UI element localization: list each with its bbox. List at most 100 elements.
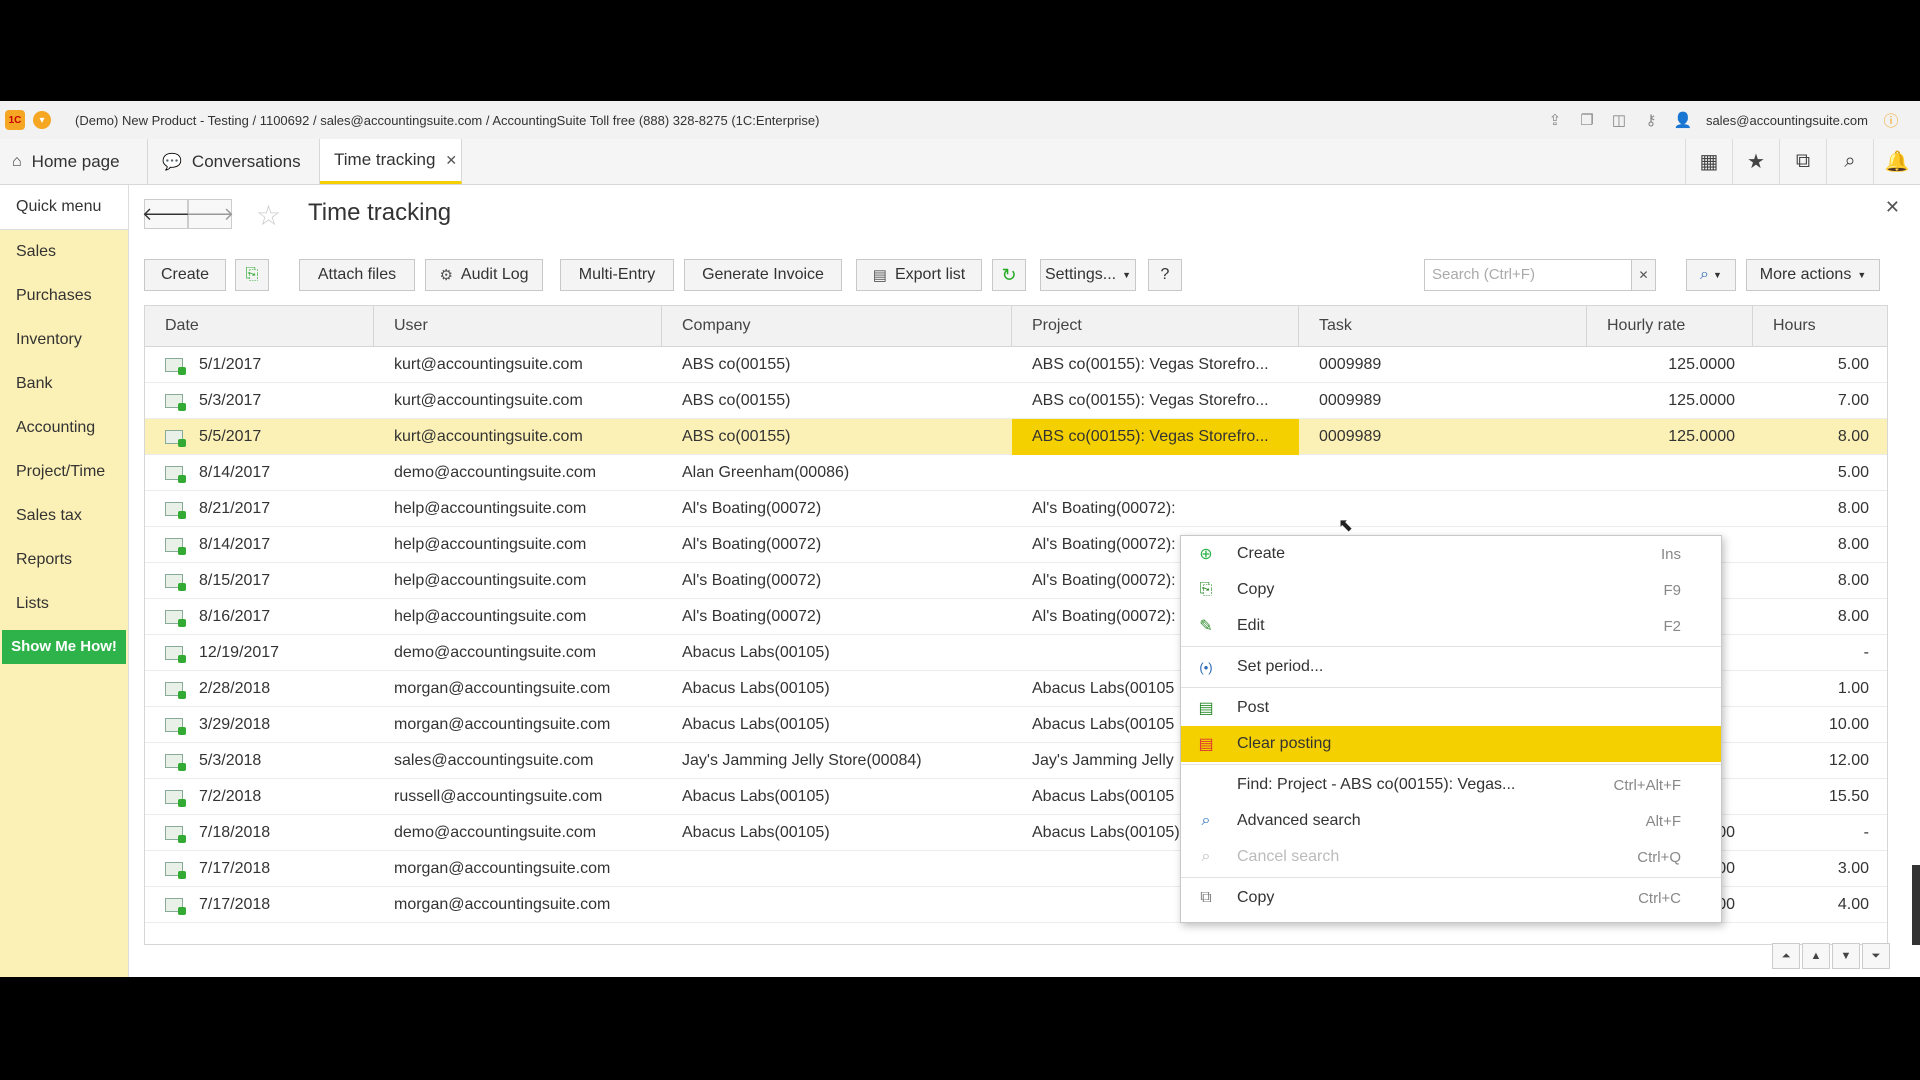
attach-files-button[interactable]: Attach files xyxy=(299,259,415,291)
column-header-hours[interactable]: Hours xyxy=(1753,306,1887,346)
cell-task[interactable]: 0009989 xyxy=(1299,347,1587,383)
menu-item-copy-clipboard[interactable]: ⧉ Copy Ctrl+C xyxy=(1181,880,1721,916)
cell-company[interactable] xyxy=(662,851,1012,887)
tab-home-page[interactable]: ⌂ Home page xyxy=(0,139,148,184)
cell-hours[interactable]: 8.00 xyxy=(1753,419,1887,455)
cell-hours[interactable]: 5.00 xyxy=(1753,347,1887,383)
cell-company[interactable]: Alan Greenham(00086) xyxy=(662,455,1012,491)
cell-hours[interactable]: 8.00 xyxy=(1753,491,1887,527)
cell-date[interactable]: 5/1/2017 xyxy=(145,347,374,383)
scroll-down-icon[interactable]: ▼ xyxy=(1832,943,1860,969)
sidebar-item-bank[interactable]: Bank xyxy=(0,362,128,406)
cell-hours[interactable]: 8.00 xyxy=(1753,527,1887,563)
layout-icon[interactable]: ◫ xyxy=(1610,111,1628,129)
cell-user[interactable]: sales@accountingsuite.com xyxy=(374,743,662,779)
cell-date[interactable]: 8/14/2017 xyxy=(145,527,374,563)
sidebar-item-reports[interactable]: Reports xyxy=(0,538,128,582)
cell-user[interactable]: help@accountingsuite.com xyxy=(374,491,662,527)
cell-user[interactable]: morgan@accountingsuite.com xyxy=(374,887,662,923)
cell-date[interactable]: 8/15/2017 xyxy=(145,563,374,599)
cell-company[interactable]: Jay's Jamming Jelly Store(00084) xyxy=(662,743,1012,779)
cell-company[interactable]: Abacus Labs(00105) xyxy=(662,707,1012,743)
cell-project[interactable] xyxy=(1012,455,1299,491)
cell-user[interactable]: kurt@accountingsuite.com xyxy=(374,419,662,455)
cell-date[interactable]: 5/3/2018 xyxy=(145,743,374,779)
cell-project[interactable]: Al's Boating(00072): xyxy=(1012,491,1299,527)
export-list-button[interactable]: ▤ Export list xyxy=(856,259,982,291)
cell-company[interactable]: ABS co(00155) xyxy=(662,347,1012,383)
cell-user[interactable]: help@accountingsuite.com xyxy=(374,599,662,635)
cell-hours[interactable]: 15.50 xyxy=(1753,779,1887,815)
favorite-star-icon[interactable]: ☆ xyxy=(256,199,281,232)
column-header-hourly-rate[interactable]: Hourly rate xyxy=(1587,306,1753,346)
cell-date[interactable]: 3/29/2018 xyxy=(145,707,374,743)
main-menu-icon[interactable]: ▾ xyxy=(33,111,51,129)
cell-user[interactable]: russell@accountingsuite.com xyxy=(374,779,662,815)
forward-button[interactable]: 🡒 xyxy=(186,199,234,229)
cell-company[interactable]: Al's Boating(00072) xyxy=(662,563,1012,599)
cell-hourly-rate[interactable] xyxy=(1587,455,1753,491)
multi-entry-button[interactable]: Multi-Entry xyxy=(560,259,674,291)
cell-company[interactable]: Abacus Labs(00105) xyxy=(662,635,1012,671)
cell-project[interactable]: ABS co(00155): Vegas Storefro... xyxy=(1012,383,1299,419)
history-icon[interactable]: ⧉ xyxy=(1779,139,1826,184)
cell-date[interactable]: 8/14/2017 xyxy=(145,455,374,491)
window-scrollbar[interactable] xyxy=(1912,185,1920,945)
cell-date[interactable]: 5/5/2017 xyxy=(145,419,374,455)
menu-item-edit[interactable]: ✎ Edit F2 xyxy=(1181,608,1721,644)
cell-company[interactable]: ABS co(00155) xyxy=(662,419,1012,455)
search-icon[interactable]: ⌕ xyxy=(1826,139,1873,184)
cell-user[interactable]: morgan@accountingsuite.com xyxy=(374,671,662,707)
cell-project[interactable]: ABS co(00155): Vegas Storefro... xyxy=(1012,347,1299,383)
app-logo[interactable]: 1C xyxy=(5,110,25,130)
cell-company[interactable]: Al's Boating(00072) xyxy=(662,599,1012,635)
cell-date[interactable]: 2/28/2018 xyxy=(145,671,374,707)
cell-user[interactable]: kurt@accountingsuite.com xyxy=(374,347,662,383)
cell-company[interactable]: Abacus Labs(00105) xyxy=(662,779,1012,815)
sidebar-item-accounting[interactable]: Accounting xyxy=(0,406,128,450)
cell-company[interactable] xyxy=(662,887,1012,923)
cell-hours[interactable]: - xyxy=(1753,815,1887,851)
cell-date[interactable]: 8/21/2017 xyxy=(145,491,374,527)
tab-conversations[interactable]: 💬 Conversations xyxy=(148,139,320,184)
show-me-how-button[interactable]: Show Me How! xyxy=(2,630,126,664)
sidebar-item-lists[interactable]: Lists xyxy=(0,582,128,626)
menu-item-find-project[interactable]: Find: Project - ABS co(00155): Vegas... … xyxy=(1181,767,1721,803)
table-row[interactable]: 8/14/2017 demo@accountingsuite.com Alan Gr… xyxy=(145,455,1887,491)
tab-time-tracking[interactable]: Time tracking ✕ xyxy=(320,139,462,184)
cell-user[interactable]: help@accountingsuite.com xyxy=(374,527,662,563)
cell-hourly-rate[interactable] xyxy=(1587,491,1753,527)
menu-item-post[interactable]: ▤ Post xyxy=(1181,690,1721,726)
close-form-icon[interactable]: ✕ xyxy=(1885,197,1900,218)
audit-log-button[interactable]: ⚙ Audit Log xyxy=(425,259,543,291)
cell-date[interactable]: 5/3/2017 xyxy=(145,383,374,419)
cell-hours[interactable]: 1.00 xyxy=(1753,671,1887,707)
cell-company[interactable]: Al's Boating(00072) xyxy=(662,527,1012,563)
cell-user[interactable]: help@accountingsuite.com xyxy=(374,563,662,599)
cell-company[interactable]: ABS co(00155) xyxy=(662,383,1012,419)
menu-item-create[interactable]: ⊕ Create Ins xyxy=(1181,536,1721,572)
cell-user[interactable]: demo@accountingsuite.com xyxy=(374,635,662,671)
table-row[interactable]: 5/1/2017 kurt@accountingsuite.com ABS co(0… xyxy=(145,347,1887,383)
settings-button[interactable]: Settings... ▼ xyxy=(1040,259,1136,291)
sidebar-item-inventory[interactable]: Inventory xyxy=(0,318,128,362)
cell-hours[interactable]: 12.00 xyxy=(1753,743,1887,779)
cell-date[interactable]: 7/17/2018 xyxy=(145,851,374,887)
close-tab-icon[interactable]: ✕ xyxy=(445,152,457,169)
grid-menu-icon[interactable]: ▦ xyxy=(1685,139,1732,184)
cell-task[interactable]: 0009989 xyxy=(1299,419,1587,455)
cell-date[interactable]: 7/18/2018 xyxy=(145,815,374,851)
cell-task[interactable] xyxy=(1299,455,1587,491)
sidebar-item-sales[interactable]: Sales xyxy=(0,230,128,274)
cell-hours[interactable]: 4.00 xyxy=(1753,887,1887,923)
table-row[interactable]: 8/21/2017 help@accountingsuite.com Al's Bo… xyxy=(145,491,1887,527)
cell-hours[interactable]: 8.00 xyxy=(1753,563,1887,599)
current-user[interactable]: sales@accountingsuite.com xyxy=(1706,113,1868,128)
cell-date[interactable]: 7/2/2018 xyxy=(145,779,374,815)
cell-user[interactable]: morgan@accountingsuite.com xyxy=(374,707,662,743)
column-header-user[interactable]: User xyxy=(374,306,662,346)
cell-company[interactable]: Al's Boating(00072) xyxy=(662,491,1012,527)
clear-search-icon[interactable]: ✕ xyxy=(1632,259,1656,291)
sidebar-item-purchases[interactable]: Purchases xyxy=(0,274,128,318)
more-actions-button[interactable]: More actions ▼ xyxy=(1746,259,1880,291)
